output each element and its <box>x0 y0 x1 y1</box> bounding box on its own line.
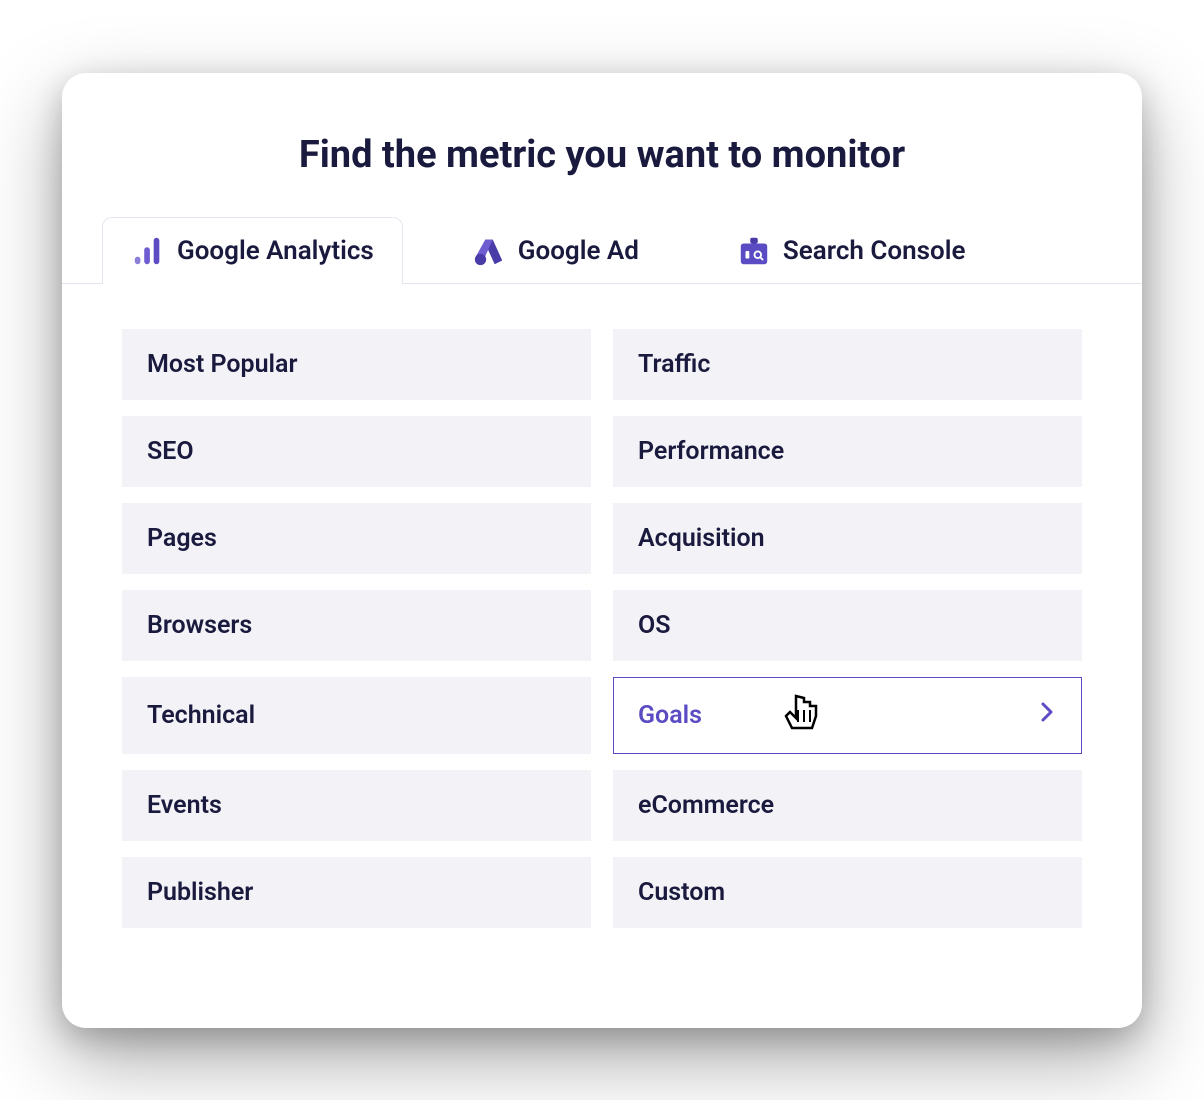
category-label: Traffic <box>638 350 710 379</box>
category-label: Events <box>147 791 222 820</box>
category-label: OS <box>638 611 671 640</box>
category-most-popular[interactable]: Most Popular <box>122 329 591 400</box>
category-pages[interactable]: Pages <box>122 503 591 574</box>
category-acquisition[interactable]: Acquisition <box>613 503 1082 574</box>
category-label: Browsers <box>147 611 252 640</box>
category-label: Goals <box>638 701 702 730</box>
category-events[interactable]: Events <box>122 770 591 841</box>
google-ad-icon <box>472 234 506 268</box>
tab-label: Google Analytics <box>177 236 374 266</box>
tab-google-ad[interactable]: Google Ad <box>443 217 668 284</box>
chevron-right-icon <box>1039 698 1057 733</box>
category-ecommerce[interactable]: eCommerce <box>613 770 1082 841</box>
category-seo[interactable]: SEO <box>122 416 591 487</box>
tab-label: Search Console <box>783 236 966 266</box>
category-label: Pages <box>147 524 217 553</box>
page-title: Find the metric you want to monitor <box>62 73 1142 217</box>
pointer-cursor-icon <box>774 686 826 738</box>
category-technical[interactable]: Technical <box>122 677 591 754</box>
metric-selector-card: Find the metric you want to monitor Goog… <box>62 73 1142 1028</box>
category-browsers[interactable]: Browsers <box>122 590 591 661</box>
category-label: Acquisition <box>638 524 765 553</box>
category-label: Custom <box>638 878 725 907</box>
category-label: Publisher <box>147 878 253 907</box>
category-os[interactable]: OS <box>613 590 1082 661</box>
category-label: Technical <box>147 701 255 730</box>
tab-label: Google Ad <box>518 236 639 266</box>
categories-grid: Most Popular Traffic SEO Performance Pag… <box>62 284 1142 928</box>
google-analytics-icon <box>131 234 165 268</box>
category-label: SEO <box>147 437 194 466</box>
category-label: Most Popular <box>147 350 297 379</box>
tab-google-analytics[interactable]: Google Analytics <box>102 217 403 284</box>
category-label: Performance <box>638 437 784 466</box>
category-publisher[interactable]: Publisher <box>122 857 591 928</box>
tab-search-console[interactable]: Search Console <box>708 217 995 284</box>
category-performance[interactable]: Performance <box>613 416 1082 487</box>
category-custom[interactable]: Custom <box>613 857 1082 928</box>
category-label: eCommerce <box>638 791 774 820</box>
category-goals[interactable]: Goals <box>613 677 1082 754</box>
search-console-icon <box>737 234 771 268</box>
category-traffic[interactable]: Traffic <box>613 329 1082 400</box>
tabs-container: Google Analytics Google Ad <box>62 217 1142 284</box>
